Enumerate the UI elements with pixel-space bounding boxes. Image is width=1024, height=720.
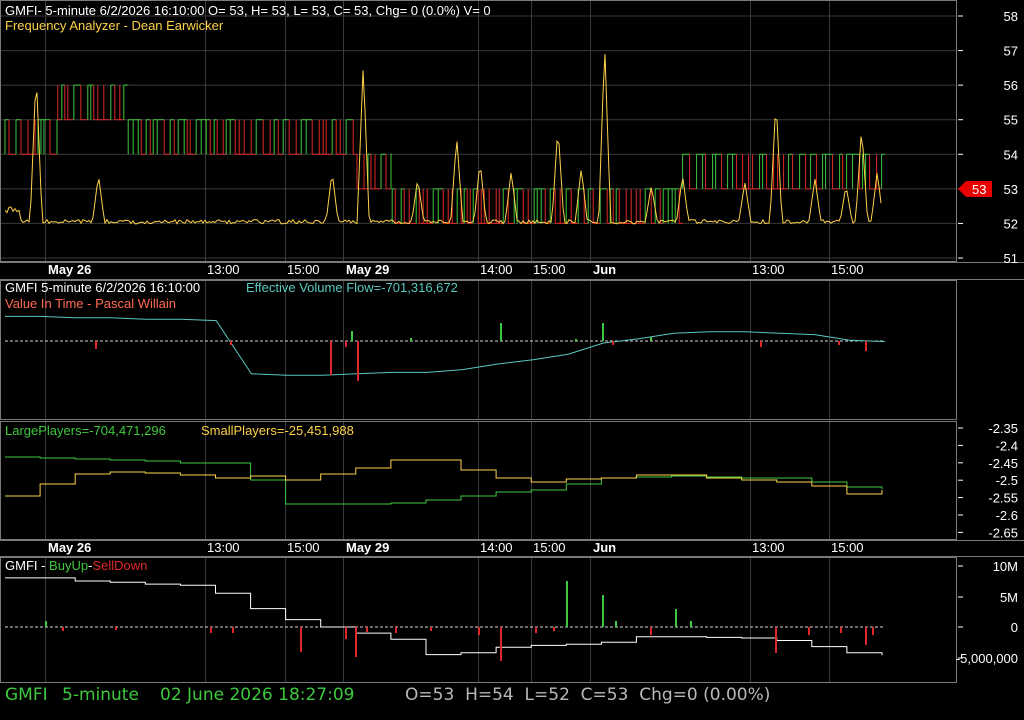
buyup-selldown-bar <box>62 627 64 631</box>
y-axis-label: 57 <box>1004 44 1018 59</box>
buyup-selldown-bar <box>232 627 234 633</box>
date-axis-label: 14:00 <box>480 540 513 555</box>
value-in-time-bar <box>865 341 867 351</box>
y-axis-label: -2.65 <box>988 525 1018 540</box>
buyup-selldown-bar <box>366 627 368 632</box>
buyup-selldown-bar <box>808 627 810 635</box>
panel2-header: GMFI 5-minute 6/2/2026 16:10:00 <box>5 280 200 295</box>
buyup-selldown-bar <box>355 627 357 657</box>
value-in-time-bar <box>230 341 232 345</box>
buyup-selldown-bar <box>650 627 652 635</box>
date-axis-label: 15:00 <box>831 540 864 555</box>
value-in-time-bar <box>330 341 332 375</box>
buyup-selldown-bar <box>865 627 867 645</box>
y-axis-label: 10M <box>993 559 1018 574</box>
chart-window: May 26 13:00 15:00 May 29 14:00 15:00 Jun 13:00… <box>0 0 1024 720</box>
buyup-selldown-bar <box>872 627 874 635</box>
date-axis-label: 15:00 <box>287 262 320 277</box>
y-axis-label: 56 <box>1004 78 1018 93</box>
date-axis-label: 13:00 <box>207 262 240 277</box>
date-axis-label: 15:00 <box>287 540 320 555</box>
buyup-selldown-bar <box>45 621 47 627</box>
y-axis-label: -2.6 <box>996 508 1018 523</box>
svg-text:53: 53 <box>972 182 986 197</box>
y-axis-label: 52 <box>1004 216 1018 231</box>
status-symbol: GMFI <box>5 685 48 705</box>
y-axis-label: 55 <box>1004 113 1018 128</box>
y-axis-label: 53 <box>1004 182 1018 197</box>
value-in-time-label: Value In Time - Pascal Willain <box>5 296 176 311</box>
y-axis-label: 54 <box>1004 147 1018 162</box>
buyup-selldown-bar <box>478 627 480 635</box>
date-axis-label: May 26 <box>48 540 91 555</box>
indicator-title: Frequency Analyzer - Dean Earwicker <box>5 18 224 33</box>
date-axis-label: May 29 <box>346 262 389 277</box>
y-axis-label: -2.35 <box>988 421 1018 436</box>
date-axis-label: Jun <box>593 262 616 277</box>
date-axis-label: May 29 <box>346 540 389 555</box>
y-axis-label: 51 <box>1004 251 1018 266</box>
date-axis-label: May 26 <box>48 262 91 277</box>
date-axis-label: 15:00 <box>533 540 566 555</box>
buyup-selldown-bar <box>553 627 555 631</box>
buyup-selldown-bar <box>615 621 617 627</box>
value-in-time-bar <box>95 341 97 349</box>
buyup-selldown-bar <box>430 627 432 631</box>
buyup-selldown-bar <box>115 627 117 630</box>
y-axis-label: -5,000,000 <box>956 651 1018 666</box>
value-in-time-bar <box>602 323 604 341</box>
status-ohlc: O=53 H=54 L=52 C=53 Chg=0 (0.00%) <box>405 685 771 705</box>
value-in-time-bar <box>410 338 412 341</box>
value-in-time-bar <box>760 341 762 347</box>
status-interval: 5-minute <box>62 685 139 705</box>
buyup-selldown-bar <box>535 627 537 633</box>
y-axis-label: -2.4 <box>996 438 1018 453</box>
chart-canvas[interactable]: May 26 13:00 15:00 May 29 14:00 15:00 Jun 13:00… <box>0 0 1024 683</box>
y-axis-label: 58 <box>1004 9 1018 24</box>
buyup-selldown-bar <box>566 581 568 627</box>
small-players-label: SmallPlayers=-25,451,988 <box>201 423 354 438</box>
buyup-selldown-bar <box>690 621 692 627</box>
buyup-selldown-bar <box>345 627 347 639</box>
date-axis-label: 15:00 <box>533 262 566 277</box>
y-axis-label: -2.5 <box>996 473 1018 488</box>
date-axis-label: 13:00 <box>752 262 785 277</box>
value-in-time-bar <box>500 323 502 341</box>
status-bar: GMFI 5-minute 02 June 2026 18:27:09 O=53… <box>0 683 1024 713</box>
buyup-selldown-bar <box>602 595 604 627</box>
y-axis-label: -2.45 <box>988 456 1018 471</box>
buyup-selldown-bar <box>210 627 212 633</box>
date-axis-label: 15:00 <box>831 262 864 277</box>
value-in-time-bar <box>838 341 840 345</box>
buyup-selldown-bar <box>500 627 502 661</box>
price-header: GMFI- 5-minute 6/2/2026 16:10:00 O= 53, … <box>5 3 491 18</box>
value-in-time-bar <box>612 341 614 345</box>
date-axis-label: 14:00 <box>480 262 513 277</box>
date-axis-label: 13:00 <box>207 540 240 555</box>
large-players-label: LargePlayers=-704,471,296 <box>5 423 166 438</box>
buyup-selldown-bar <box>300 627 302 652</box>
buyup-selldown-bar <box>395 627 397 633</box>
value-in-time-bar <box>351 331 353 341</box>
value-in-time-bar <box>575 339 577 341</box>
buyup-selldown-label: GMFI - BuyUp-SellDown <box>5 558 147 573</box>
status-datetime: 02 June 2026 18:27:09 <box>160 685 355 705</box>
buyup-selldown-bar <box>675 609 677 627</box>
buyup-selldown-bar <box>775 627 777 653</box>
volume-flow-label: Effective Volume Flow=-701,316,672 <box>246 280 458 295</box>
date-axis-label: Jun <box>593 540 616 555</box>
value-in-time-bar <box>650 337 652 341</box>
value-in-time-bar <box>345 341 347 347</box>
y-axis-label: 5M <box>1000 590 1018 605</box>
buyup-selldown-bar <box>840 627 842 633</box>
value-in-time-bar <box>357 341 359 381</box>
date-axis-label: 13:00 <box>752 540 785 555</box>
y-axis-label: 0 <box>1011 620 1018 635</box>
y-axis-label: -2.55 <box>988 491 1018 506</box>
